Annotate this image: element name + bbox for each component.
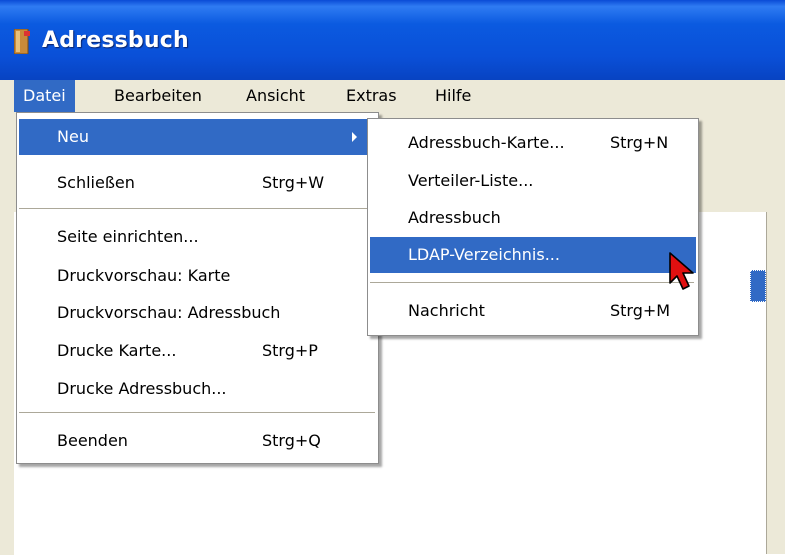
- menu-item-label: Verteiler-Liste...: [408, 171, 534, 190]
- menu-separator: [19, 208, 375, 209]
- menu-bearbeiten[interactable]: Bearbeiten: [105, 80, 211, 112]
- menu-item-druckvorschau-karte[interactable]: Druckvorschau: Karte: [19, 258, 377, 294]
- menu-bar: Datei Bearbeiten Ansicht Extras Hilfe: [0, 80, 785, 112]
- right-pane: [766, 212, 785, 554]
- menu-item-label: Neu: [57, 127, 89, 146]
- menu-item-label: Beenden: [57, 431, 128, 450]
- menu-item-druckvorschau-adressbuch[interactable]: Druckvorschau: Adressbuch: [19, 295, 377, 331]
- address-book-icon: [14, 29, 30, 54]
- submenu-arrow-icon: [352, 132, 357, 142]
- menu-item-seite-einrichten[interactable]: Seite einrichten...: [19, 219, 377, 255]
- menu-item-ldap-verzeichnis[interactable]: LDAP-Verzeichnis...: [370, 237, 696, 273]
- menu-item-label: Adressbuch: [408, 208, 501, 227]
- menu-extras[interactable]: Extras: [337, 80, 406, 112]
- menu-item-shortcut: Strg+Q: [262, 431, 321, 450]
- menu-item-label: Schließen: [57, 173, 135, 192]
- menu-item-label: Nachricht: [408, 301, 485, 320]
- menu-datei[interactable]: Datei: [14, 80, 75, 112]
- menu-ansicht[interactable]: Ansicht: [237, 80, 314, 112]
- menu-item-label: Adressbuch-Karte...: [408, 133, 565, 152]
- menu-item-adressbuch[interactable]: Adressbuch: [370, 200, 696, 236]
- menu-item-drucke-adressbuch[interactable]: Drucke Adressbuch...: [19, 371, 377, 407]
- menu-item-shortcut: Strg+P: [262, 341, 318, 360]
- menu-item-label: Drucke Adressbuch...: [57, 379, 227, 398]
- menu-item-neu[interactable]: Neu: [19, 119, 377, 155]
- file-menu: Neu Schließen Strg+W Seite einrichten...…: [16, 112, 379, 464]
- menu-separator: [370, 282, 694, 283]
- menu-item-label: Seite einrichten...: [57, 227, 199, 246]
- menu-item-label: Druckvorschau: Adressbuch: [57, 303, 281, 322]
- menu-item-shortcut: Strg+W: [262, 173, 325, 192]
- menu-item-adressbuch-karte[interactable]: Adressbuch-Karte... Strg+N: [370, 125, 696, 161]
- menu-item-shortcut: Strg+M: [610, 301, 671, 320]
- menu-separator: [19, 412, 375, 413]
- menu-item-beenden[interactable]: Beenden Strg+Q: [19, 423, 377, 459]
- menu-item-schliessen[interactable]: Schließen Strg+W: [19, 165, 377, 201]
- menu-item-shortcut: Strg+N: [610, 133, 669, 152]
- menu-item-label: LDAP-Verzeichnis...: [408, 245, 560, 264]
- menu-item-drucke-karte[interactable]: Drucke Karte... Strg+P: [19, 333, 377, 369]
- menu-hilfe[interactable]: Hilfe: [426, 80, 480, 112]
- mouse-cursor-icon: [669, 252, 694, 290]
- title-bar[interactable]: Adressbuch: [0, 0, 785, 80]
- menu-item-verteiler-liste[interactable]: Verteiler-Liste...: [370, 163, 696, 199]
- menu-item-label: Druckvorschau: Karte: [57, 266, 231, 285]
- menu-item-label: Drucke Karte...: [57, 341, 177, 360]
- new-submenu: Adressbuch-Karte... Strg+N Verteiler-Lis…: [367, 118, 699, 336]
- selected-row[interactable]: [750, 270, 766, 302]
- menu-item-nachricht[interactable]: Nachricht Strg+M: [370, 293, 696, 329]
- window-title: Adressbuch: [42, 28, 189, 53]
